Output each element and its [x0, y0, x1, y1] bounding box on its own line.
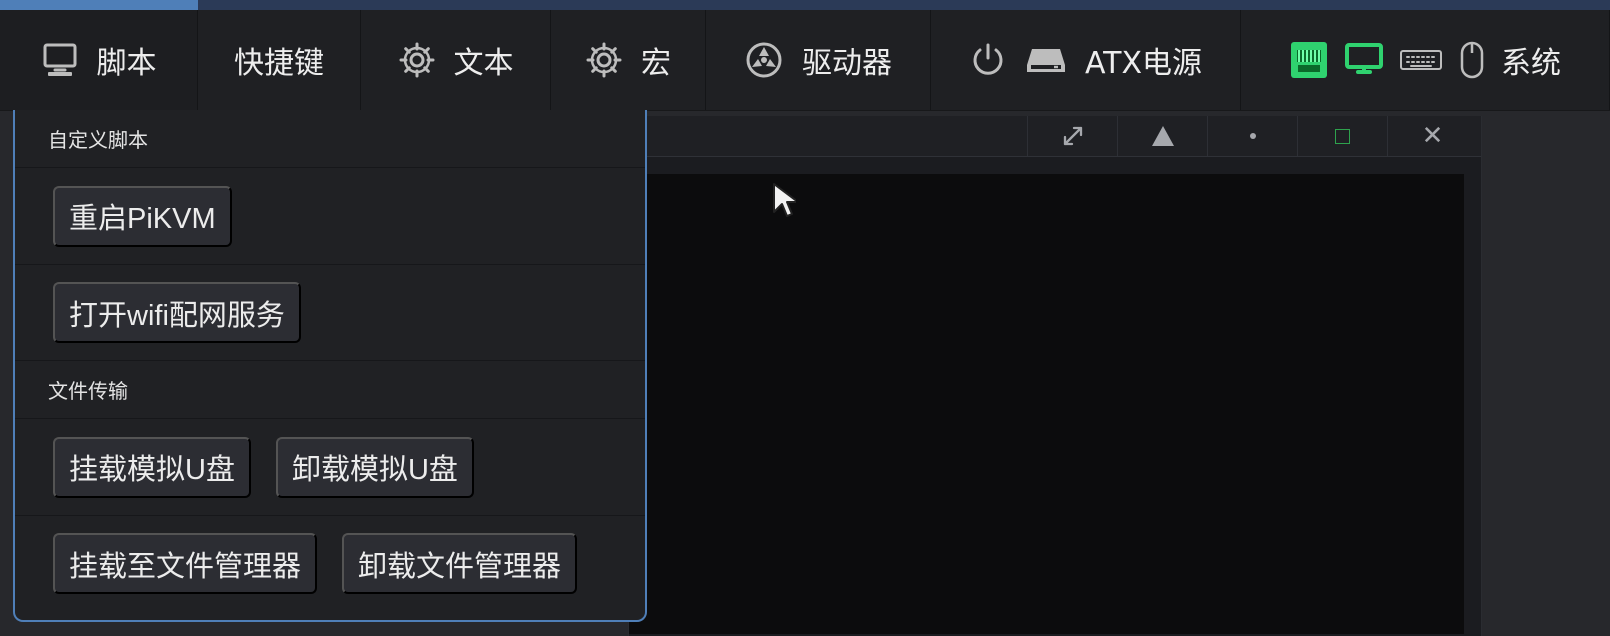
square-tool-button[interactable] — [1297, 116, 1387, 156]
nav-atx-power[interactable]: ATX电源 — [931, 10, 1241, 110]
unmount-file-manager-button[interactable]: 卸载文件管理器 — [342, 533, 578, 594]
section-title-custom-scripts: 自定义脚本 — [15, 110, 645, 168]
dot-tool-button[interactable] — [1207, 116, 1297, 156]
mount-file-manager-button[interactable]: 挂载至文件管理器 — [53, 533, 318, 594]
ethernet-icon — [1291, 42, 1327, 78]
script-dropdown-menu: 自定义脚本 重启PiKVM 打开wifi配网服务 文件传输 挂载模拟U盘 卸载模… — [13, 110, 647, 622]
remote-screen[interactable] — [629, 174, 1464, 634]
nav-atx-label: ATX电源 — [1084, 46, 1203, 81]
nav-system[interactable]: 系统 — [1241, 10, 1610, 110]
gear-icon — [399, 42, 434, 78]
window-toolbar: ✕ — [1027, 116, 1481, 156]
nav-drive[interactable]: 驱动器 — [706, 10, 931, 110]
nav-system-label: 系统 — [1501, 46, 1561, 81]
expand-window-button[interactable] — [1027, 116, 1117, 156]
nav-hotkey[interactable]: 快捷键 — [198, 10, 361, 110]
triangle-icon — [1151, 126, 1174, 146]
close-window-button[interactable]: ✕ — [1387, 116, 1477, 156]
triangle-tool-button[interactable] — [1117, 116, 1207, 156]
close-icon: ✕ — [1421, 121, 1444, 151]
custom-script-row-1: 重启PiKVM — [15, 168, 645, 265]
custom-script-row-2: 打开wifi配网服务 — [15, 265, 645, 361]
mouse-icon — [1460, 41, 1484, 79]
section-title-file-transfer: 文件传输 — [15, 361, 645, 419]
top-accent-strip — [0, 0, 1610, 20]
gear-icon — [586, 42, 622, 78]
window-titlebar: ✕ — [629, 116, 1481, 157]
wifi-setup-button[interactable]: 打开wifi配网服务 — [53, 282, 301, 343]
drive-icon — [746, 42, 782, 78]
kvm-stream-window: ✕ — [628, 116, 1482, 636]
file-transfer-row-2: 挂载至文件管理器 卸载文件管理器 — [15, 516, 645, 611]
restart-pikvm-button[interactable]: 重启PiKVM — [53, 185, 232, 247]
power-icon — [973, 43, 1003, 75]
nav-text[interactable]: 文本 — [361, 10, 551, 110]
nav-macro-label: 宏 — [641, 46, 671, 81]
monitor-keyboard-icon — [43, 43, 76, 76]
nav-script-label: 脚本 — [96, 46, 157, 81]
nav-macro[interactable]: 宏 — [551, 10, 706, 110]
hard-drive-icon — [1026, 49, 1065, 72]
keyboard-icon — [1400, 50, 1442, 70]
unmount-usb-button[interactable]: 卸载模拟U盘 — [275, 436, 474, 498]
nav-text-label: 文本 — [453, 46, 514, 81]
mouse-pointer-icon — [773, 183, 796, 217]
mount-usb-button[interactable]: 挂载模拟U盘 — [53, 436, 251, 498]
file-transfer-row-1: 挂载模拟U盘 卸载模拟U盘 — [15, 419, 645, 516]
dot-icon — [1249, 133, 1256, 139]
nav-script[interactable]: 脚本 — [0, 10, 198, 110]
square-icon — [1335, 128, 1350, 144]
nav-hotkey-label: 快捷键 — [234, 46, 324, 81]
expand-icon — [1063, 126, 1082, 146]
display-icon — [1345, 43, 1383, 74]
nav-drive-label: 驱动器 — [802, 46, 892, 81]
main-navbar: 脚本 快捷键 文本 宏 驱动器 ATX电源 系统 — [0, 10, 1610, 111]
